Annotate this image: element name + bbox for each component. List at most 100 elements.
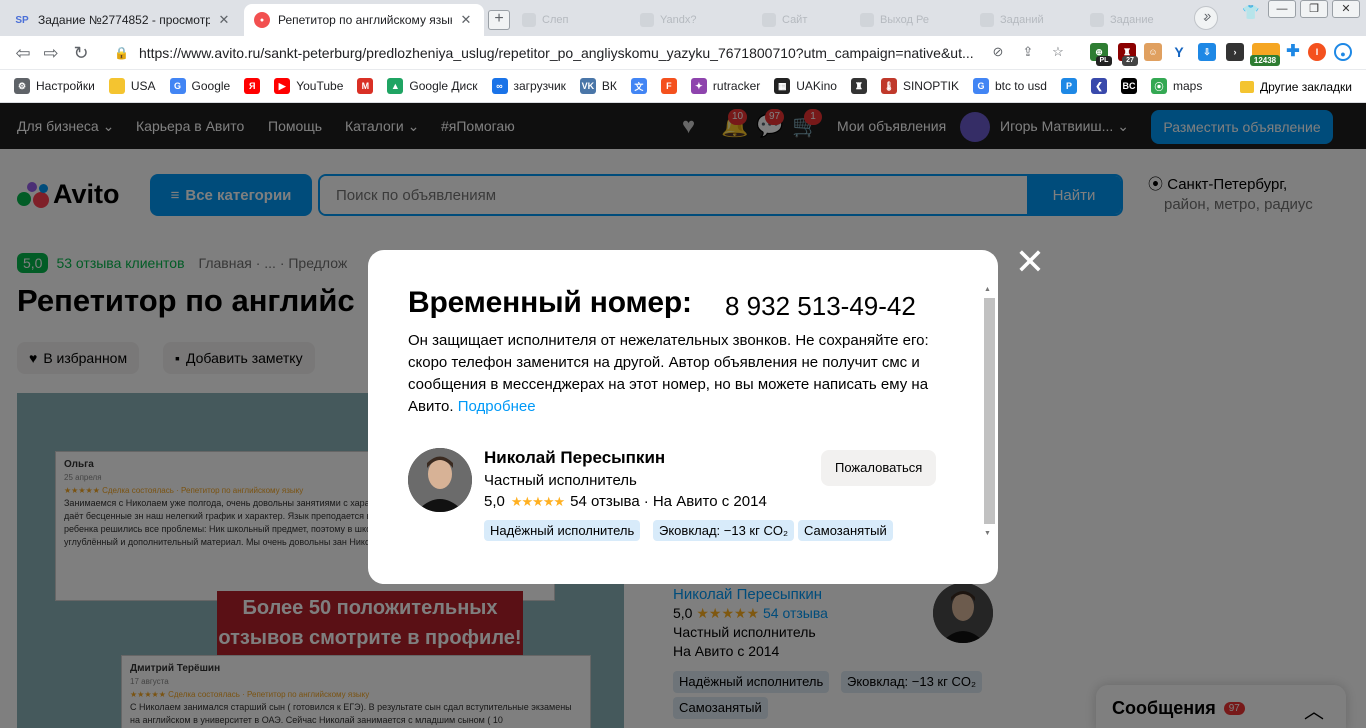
gmail-icon: M	[357, 78, 374, 94]
close-window-button[interactable]: ✕	[1332, 0, 1360, 18]
shirt-icon[interactable]: 👕	[1242, 4, 1259, 21]
bookmark-item[interactable]: VK ВК	[579, 78, 617, 94]
bookmark-label: Google Диск	[409, 79, 478, 93]
bookmark-item[interactable]: USA	[108, 78, 156, 94]
google-icon: G	[169, 78, 186, 94]
cookie-blocked-icon[interactable]: ⊘	[988, 42, 1008, 62]
back-arrow-icon[interactable]: ⇦	[12, 43, 34, 63]
vk-icon: VK	[579, 78, 596, 94]
seller-rating: 5,0	[484, 493, 505, 510]
report-button[interactable]: Пожаловаться	[821, 450, 937, 486]
favicon-icon	[762, 13, 776, 27]
reviews-count[interactable]: 54 отзыва	[570, 493, 640, 510]
download-icon[interactable]: ⇩	[1198, 43, 1216, 61]
bookmark-label: SINOPTIK	[902, 79, 959, 93]
browser-tab-background[interactable]: Yandx?	[640, 8, 697, 32]
terminal-icon[interactable]: ›	[1226, 43, 1244, 61]
gear-icon: ⚙	[14, 78, 30, 94]
maximize-button[interactable]: ❐	[1300, 0, 1328, 18]
seller-name[interactable]: Николай Пересыпкин	[484, 448, 665, 468]
lock-icon[interactable]: 🔒	[114, 46, 129, 60]
bookmark-item[interactable]: 🌡 SINOPTIK	[880, 78, 959, 94]
bookmark-item[interactable]: ⦿ maps	[1150, 78, 1203, 94]
favicon-icon	[640, 13, 654, 27]
bookmark-label: Настройки	[36, 79, 95, 93]
bookmarks-more-button[interactable]: »	[1204, 8, 1211, 23]
browser-tab-title: Заданий	[1000, 14, 1044, 26]
extension-globe-icon[interactable]: ●	[1334, 43, 1352, 61]
counter-badge: 12438	[1250, 55, 1280, 66]
bookmark-item[interactable]: 文	[630, 78, 653, 94]
film-icon: ▦	[774, 78, 791, 94]
seller-tag: Эковклад: −13 кг CO₂	[653, 520, 795, 541]
address-bar[interactable]: 🔒 https://www.avito.ru/sankt-peterburg/p…	[104, 40, 984, 66]
yandex-icon: Я	[244, 78, 261, 94]
modal-scrollbar[interactable]: ▲ ▼	[982, 284, 996, 542]
forward-arrow-icon[interactable]: ⇨	[40, 43, 62, 63]
browser-tab-background[interactable]: Заданий	[980, 8, 1044, 32]
browser-tab-title: Репетитор по английскому языку	[278, 13, 452, 27]
phone-number[interactable]: 8 932 513-49-42	[725, 291, 916, 322]
bottle-icon: ♜	[850, 78, 867, 94]
bookmark-item[interactable]: ▶ YouTube	[274, 78, 343, 94]
bookmark-item[interactable]: ▦ UAKino	[774, 78, 837, 94]
bookmark-item[interactable]: M	[357, 78, 379, 94]
share-icon[interactable]: ⇪	[1018, 42, 1038, 62]
browser-tab-background[interactable]: Сайт	[762, 8, 807, 32]
rutracker-icon: ✦	[690, 78, 707, 94]
browser-tab[interactable]: SP Задание №2774852 - просмотр з ✕	[4, 4, 242, 36]
browser-toolbar: ⇦ ⇨ ↻ 🔒 https://www.avito.ru/sankt-peter…	[0, 36, 1366, 70]
bookmark-item[interactable]: Я	[244, 78, 266, 94]
browser-tab-title: Задание	[1110, 14, 1154, 26]
bookmark-item[interactable]: ✦ rutracker	[690, 78, 761, 94]
puzzle-icon[interactable]: ✚	[1284, 43, 1302, 61]
more-link[interactable]: Подробнее	[458, 398, 536, 415]
bookmark-item[interactable]: G Google	[169, 78, 230, 94]
browser-tab-active[interactable]: ● Репетитор по английскому языку ✕	[244, 4, 484, 36]
arrow-icon: ❮	[1090, 78, 1107, 94]
bookmark-item[interactable]: P	[1060, 78, 1083, 94]
other-bookmarks-label: Другие закладки	[1260, 79, 1352, 94]
bookmark-item[interactable]: ♜	[850, 78, 873, 94]
close-modal-icon[interactable]: ✕	[1014, 244, 1046, 280]
close-tab-icon[interactable]: ✕	[216, 12, 232, 28]
seller-type: Частный исполнитель	[484, 472, 637, 489]
temporary-number-modal: Временный номер: 8 932 513-49-42 Он защи…	[368, 250, 998, 584]
browser-tab-background[interactable]: Выход Ре	[860, 8, 929, 32]
y-extension-icon[interactable]: Y	[1170, 43, 1188, 61]
pl-badge: PL	[1096, 56, 1112, 66]
seller-avatar[interactable]	[408, 448, 472, 512]
reload-icon[interactable]: ↻	[70, 43, 92, 63]
translate-icon: 文	[630, 78, 647, 94]
browser-tab-title: Задание №2774852 - просмотр з	[38, 13, 210, 27]
minimize-button[interactable]: —	[1268, 0, 1296, 18]
bookmark-item[interactable]: ⚙ Настройки	[14, 78, 95, 94]
browser-tab-background[interactable]: Задание	[1090, 8, 1154, 32]
bookmark-item[interactable]: ∞ загрузчик	[491, 78, 566, 94]
scroll-up-icon[interactable]: ▲	[984, 286, 991, 293]
url-text[interactable]: https://www.avito.ru/sankt-peterburg/pre…	[139, 45, 974, 61]
scroll-down-icon[interactable]: ▼	[984, 530, 991, 537]
face-extension-icon[interactable]: ☺	[1144, 43, 1162, 61]
modal-title: Временный номер:	[408, 286, 692, 319]
other-bookmarks[interactable]: Другие закладки	[1240, 70, 1352, 103]
new-tab-button[interactable]: +	[488, 10, 510, 30]
close-tab-icon[interactable]: ✕	[458, 12, 474, 28]
scroll-thumb[interactable]	[984, 298, 995, 524]
bookmark-item[interactable]: Gbtc to usd	[972, 78, 1047, 94]
favicon-icon	[980, 13, 994, 27]
bookmark-item[interactable]: ▲ Google Диск	[387, 78, 478, 94]
browser-tab-background[interactable]: Слеп	[522, 8, 568, 32]
browser-tab-strip: SP Задание №2774852 - просмотр з ✕ ● Реп…	[0, 0, 1366, 36]
bookmark-item[interactable]: F	[660, 78, 683, 94]
seller-since: · На Авито с 2014	[643, 493, 767, 510]
browser-tab-title: Сайт	[782, 14, 808, 26]
bookmark-label: rutracker	[712, 79, 761, 93]
bookmark-label: maps	[1172, 79, 1203, 93]
bookmark-item[interactable]: ❮	[1090, 78, 1113, 94]
profile-avatar[interactable]: I	[1308, 43, 1326, 61]
bookmark-item[interactable]: BC	[1120, 78, 1143, 94]
toolbar-actions: ⊘ ⇪ ☆	[988, 42, 1068, 62]
count-badge: 27	[1122, 56, 1138, 66]
bookmark-star-icon[interactable]: ☆	[1048, 42, 1068, 62]
